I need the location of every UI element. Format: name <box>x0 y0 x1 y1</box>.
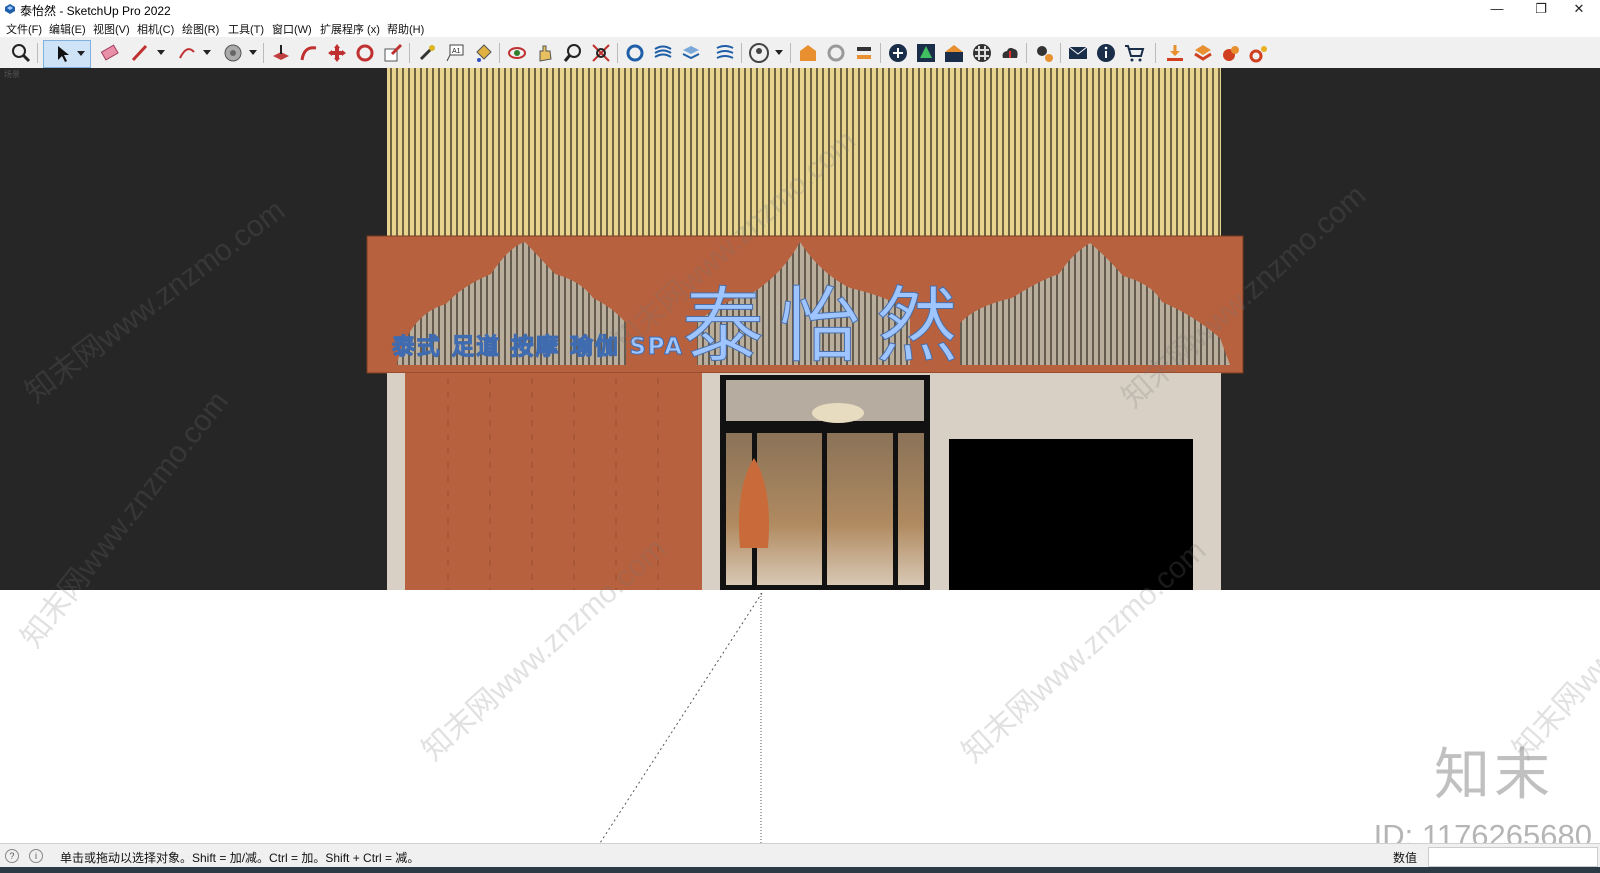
axis-line <box>599 592 763 843</box>
menu-camera[interactable]: 相机(C) <box>137 21 174 37</box>
follow-me-icon[interactable] <box>298 42 320 64</box>
cart-icon[interactable] <box>1123 42 1145 64</box>
close-button[interactable]: ✕ <box>1560 0 1598 19</box>
cloud-upload-icon[interactable] <box>999 42 1021 64</box>
toolbar-separator <box>499 43 500 63</box>
extension-icon[interactable] <box>1220 42 1242 64</box>
menu-bar: 文件(F) 编辑(E) 视图(V) 相机(C) 绘图(R) 工具(T) 窗口(W… <box>0 19 1600 37</box>
arc-icon[interactable] <box>176 42 198 64</box>
menu-tools[interactable]: 工具(T) <box>228 21 264 37</box>
sketchup-app-icon <box>5 4 15 14</box>
dark-window <box>949 439 1193 590</box>
component-icon[interactable] <box>652 42 674 64</box>
gear-group-icon[interactable] <box>1248 42 1270 64</box>
chandelier <box>812 403 864 423</box>
rotate-icon[interactable] <box>354 42 376 64</box>
push-pull-icon[interactable] <box>270 42 292 64</box>
main-toolbar: A1 <box>0 37 1600 69</box>
refresh-icon[interactable] <box>825 42 847 64</box>
pan-icon[interactable] <box>534 42 556 64</box>
id-watermark: ID: 1176265680 <box>1373 818 1592 843</box>
title-bar: 泰怡然 - SketchUp Pro 2022 — ❐ ✕ <box>0 0 1600 19</box>
menu-extensions[interactable]: 扩展程序 (x) <box>320 21 380 37</box>
zoom-extents-icon[interactable] <box>10 42 32 64</box>
measurements-label: 数值 <box>1393 851 1418 865</box>
menu-edit[interactable]: 编辑(E) <box>49 21 86 37</box>
toolbar-separator <box>1060 43 1061 63</box>
info-icon[interactable] <box>1095 42 1117 64</box>
section-plane-icon[interactable] <box>624 42 646 64</box>
door-mullion <box>822 428 827 588</box>
window-title: 泰怡然 - SketchUp Pro 2022 <box>20 4 171 18</box>
add-icon[interactable] <box>887 42 909 64</box>
sign-small-text: 泰式 足道 按摩 瑜伽 SPA <box>391 333 682 360</box>
tape-measure-icon[interactable] <box>416 42 438 64</box>
paint-bucket-icon[interactable] <box>472 42 494 64</box>
menu-help[interactable]: 帮助(H) <box>387 21 424 37</box>
chevron-down-icon[interactable] <box>775 50 783 55</box>
menu-draw[interactable]: 绘图(R) <box>182 21 219 37</box>
toolbar-separator <box>880 43 881 63</box>
chevron-down-icon[interactable] <box>249 50 257 55</box>
model-viewport[interactable]: 泰 怡 然 泰式 足道 按摩 瑜伽 SPA 场景 知末网www.znzmo.co… <box>0 68 1600 843</box>
chevron-down-icon[interactable] <box>157 50 165 55</box>
layout-icon[interactable] <box>1192 42 1214 64</box>
chevron-down-icon[interactable] <box>203 50 211 55</box>
toolbar-separator <box>790 43 791 63</box>
select-arrow-icon <box>58 46 69 62</box>
zoom-icon[interactable] <box>562 42 584 64</box>
toolbar-separator <box>409 43 410 63</box>
minimize-button[interactable]: — <box>1478 0 1516 19</box>
tree-icon[interactable] <box>915 42 937 64</box>
left-wood-panel <box>405 373 702 590</box>
zoom-window-icon[interactable] <box>590 42 612 64</box>
scale-icon[interactable] <box>382 42 404 64</box>
brand-watermark: 知末 <box>1434 743 1554 808</box>
restore-button[interactable]: ❐ <box>1522 0 1560 19</box>
chevron-down-icon[interactable] <box>77 51 85 56</box>
model-scene[interactable]: 泰 怡 然 泰式 足道 按摩 瑜伽 SPA <box>0 68 1600 843</box>
top-slat-panel <box>387 68 1221 238</box>
credits-icon[interactable]: i <box>29 849 43 863</box>
layers-icon[interactable] <box>680 42 702 64</box>
sandbox-icon[interactable] <box>714 42 736 64</box>
select-tool-button[interactable] <box>43 40 91 68</box>
sign-big-text: 泰 怡 然 <box>682 279 958 374</box>
settings-icon[interactable] <box>1033 42 1055 64</box>
toolbar-separator <box>1026 43 1027 63</box>
svg-text:A1: A1 <box>452 48 461 55</box>
pencil-icon[interactable] <box>129 42 151 64</box>
measurements-input[interactable] <box>1428 847 1598 867</box>
menu-file[interactable]: 文件(F) <box>6 21 42 37</box>
import-icon[interactable] <box>1164 42 1186 64</box>
taskbar-strip <box>0 867 1600 873</box>
door-mullion <box>893 428 898 588</box>
toolbar-separator <box>263 43 264 63</box>
menu-view[interactable]: 视图(V) <box>93 21 130 37</box>
text-icon[interactable]: A1 <box>444 42 466 64</box>
warehouse-icon[interactable] <box>797 42 819 64</box>
texture-icon[interactable] <box>971 42 993 64</box>
status-bar: ? i 单击或拖动以选择对象。Shift = 加/减。Ctrl = 加。Shif… <box>0 843 1600 868</box>
share-icon[interactable] <box>853 42 875 64</box>
eraser-icon[interactable] <box>99 42 121 64</box>
move-icon[interactable] <box>326 42 348 64</box>
style-icon[interactable] <box>943 42 965 64</box>
orbit-icon[interactable] <box>506 42 528 64</box>
status-message: 单击或拖动以选择对象。Shift = 加/减。Ctrl = 加。Shift + … <box>60 851 420 865</box>
menu-window[interactable]: 窗口(W) <box>272 21 312 37</box>
geo-location-icon[interactable]: ? <box>5 849 19 863</box>
protractor-icon[interactable] <box>222 42 244 64</box>
scene-tab-label[interactable]: 场景 <box>4 69 20 80</box>
toolbar-separator <box>1155 43 1156 63</box>
mail-icon[interactable] <box>1067 42 1089 64</box>
toolbar-separator <box>741 43 742 63</box>
toolbar-separator <box>37 43 38 63</box>
toolbar-separator <box>617 43 618 63</box>
profile-icon[interactable] <box>748 42 770 64</box>
